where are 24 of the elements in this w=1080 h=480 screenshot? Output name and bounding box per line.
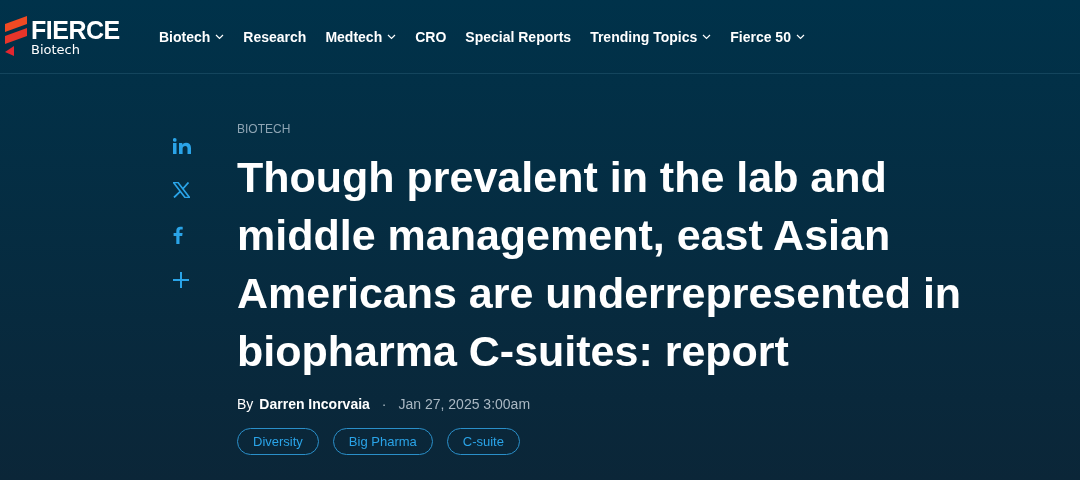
nav-link[interactable]: Special Reports <box>465 28 572 45</box>
x-icon[interactable] <box>173 182 190 198</box>
chevron-down-icon <box>215 33 225 40</box>
nav-link[interactable]: Biotech <box>159 28 225 45</box>
separator-dot: · <box>381 396 387 412</box>
nav-link[interactable]: Fierce 50 <box>730 28 805 45</box>
chevron-down-icon <box>387 33 397 40</box>
brand-section: Biotech <box>31 42 120 56</box>
brand-name[interactable]: FIERCE <box>31 17 120 43</box>
nav-link[interactable]: Medtech <box>325 28 397 45</box>
plus-icon[interactable] <box>173 272 189 288</box>
chevron-down-icon <box>702 33 712 40</box>
nav-link[interactable]: CRO <box>415 28 447 45</box>
linkedin-icon[interactable] <box>173 138 191 154</box>
facebook-icon[interactable] <box>173 226 183 244</box>
nav-link[interactable]: Trending Topics <box>590 28 712 45</box>
author-link[interactable]: Darren Incorvaia <box>259 396 370 412</box>
byline-prefix: By <box>237 396 254 412</box>
article-title: Though prevalent in the lab and middle management, east Asian Americans are underrepresented in biopharma C-suites: report <box>237 152 962 377</box>
publish-date: Jan 27, 2025 3:00am <box>398 396 531 412</box>
nav-link[interactable]: Research <box>243 28 307 45</box>
logo-icon <box>5 15 27 56</box>
chevron-down-icon <box>795 33 805 40</box>
category-label[interactable]: BIOTECH <box>237 122 1067 136</box>
